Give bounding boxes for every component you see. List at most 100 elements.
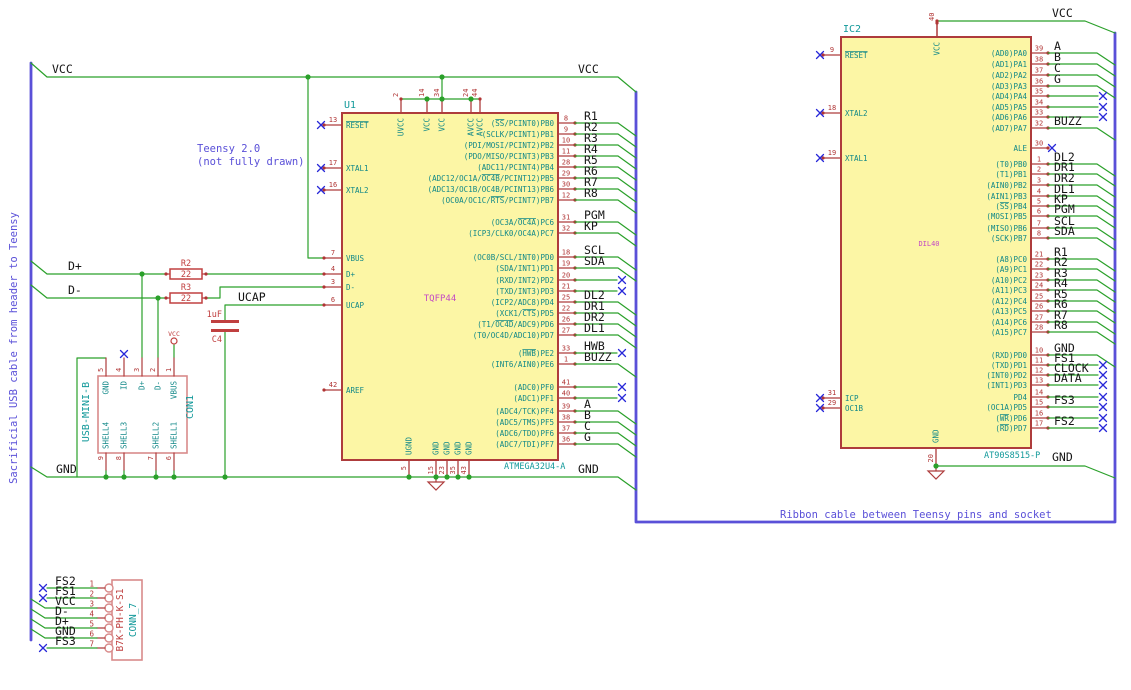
pin-name: (ADC4/TCK)PF4: [495, 407, 554, 416]
pin-number: 28: [562, 159, 570, 167]
pin-number: 7: [89, 640, 94, 649]
pin-name: (T0/OC4D/ADC10)PD7: [473, 331, 554, 340]
pin-name: SHELL1: [170, 422, 179, 449]
pin-end-dot: [1046, 146, 1050, 150]
junction-dot: [121, 474, 127, 480]
pin-number: 13: [329, 116, 337, 124]
pin-name: D+: [346, 270, 356, 279]
pin-name: (A11)PC3: [991, 286, 1027, 295]
pin-number: 21: [1035, 251, 1043, 259]
pin-number: 5: [97, 368, 105, 372]
pin-name: SHELL3: [120, 422, 129, 449]
pin-name: (AIN0)PB2: [986, 181, 1027, 190]
pin-name: (AD4)PA4: [991, 92, 1028, 101]
no-connect-icon: [38, 593, 48, 603]
net-label: FS3: [1054, 393, 1075, 407]
component-ref: CON1: [185, 395, 196, 419]
pin-number: 14: [1035, 389, 1043, 397]
pin-name: AVCC: [467, 118, 476, 136]
pin-number: 28: [1035, 324, 1043, 332]
pin-name: (PDI/MOSI/PCINT2)PB2: [464, 141, 554, 150]
ic-ic2: IC2DIL40AT90S8515-P9RESET18XTAL219XTAL13…: [815, 13, 1116, 466]
pin-number: 41: [562, 379, 570, 387]
junction-dot: [466, 474, 472, 480]
no-connect-icon: [1098, 413, 1108, 423]
pin-name: GND: [932, 429, 941, 443]
net-label: DL1: [584, 321, 605, 335]
component-part: AT90S8515-P: [984, 451, 1040, 461]
pin-name: XTAL2: [346, 186, 369, 195]
pin-name: (XCK1/CTS)PD5: [495, 309, 554, 318]
pin-number: 14: [418, 89, 426, 97]
pin-number: 34: [1035, 99, 1043, 107]
pin-name: ALE: [1013, 144, 1027, 153]
pin-number: 26: [1035, 303, 1043, 311]
pin-name: GND: [432, 441, 441, 455]
component-value: DIL40: [918, 240, 939, 248]
no-connect-icon: [119, 349, 129, 359]
pin-pad: [104, 633, 114, 643]
pin-name: SHELL4: [102, 421, 111, 449]
pin-name: AREF: [346, 386, 365, 395]
pin-name: (T1/OC4D/ADC9)PD6: [477, 320, 554, 329]
component-value: 1uF: [207, 310, 222, 320]
pin-number: 2: [89, 590, 94, 599]
pin-name: (RXD)PD0: [991, 351, 1028, 360]
pin-name: (ICP2/ADC8)PD4: [491, 298, 555, 307]
net-label: SDA: [1054, 224, 1075, 238]
component-ref: U1: [344, 100, 356, 111]
pin-number: 8: [564, 115, 568, 123]
pin-number: 7: [331, 249, 335, 257]
pin-name: GND: [454, 441, 463, 455]
pin-name: (RD)PD7: [995, 424, 1027, 433]
no-connect-icon: [38, 583, 48, 593]
vcc-circle: [170, 337, 178, 345]
net-label: GND: [578, 462, 599, 476]
pin-name: XTAL2: [845, 109, 868, 118]
component-value: TQFP44: [424, 294, 457, 304]
annotation-text: (not fully drawn): [197, 156, 304, 168]
pin-number: 6: [89, 630, 94, 639]
pin-name: ID: [120, 381, 129, 391]
no-connect-icon: [617, 382, 627, 392]
pin-number: 11: [562, 148, 570, 156]
junction-dot: [171, 474, 177, 480]
pin-number: 17: [1035, 420, 1043, 428]
net-label: VCC: [52, 62, 73, 76]
junction-dot: [444, 474, 450, 480]
pin-name: (ADC1)PF1: [513, 394, 554, 403]
pin-name: (AD1)PA1: [991, 60, 1027, 69]
pin-number: 33: [562, 345, 570, 353]
pin-name: GND: [443, 441, 452, 455]
net-label: VCC: [578, 62, 599, 76]
pin-name: (SDA/INT1)PD1: [495, 264, 554, 273]
component-ref: IC2: [843, 24, 861, 35]
pin-name: (AD6)PA6: [991, 113, 1028, 122]
schematic-svg: U1TQFP44ATMEGA32U4-A13RESET17XTAL116XTAL…: [8, 6, 1117, 661]
wire: [30, 62, 637, 93]
pin-number: 31: [828, 389, 836, 397]
pin-name: (A13)PC5: [991, 307, 1027, 316]
pin-number: 16: [329, 181, 337, 189]
pin-name: (PDO/MISO/PCINT3)PB3: [464, 152, 554, 161]
pin-number: 1: [165, 368, 173, 372]
pin-name: VCC: [933, 42, 942, 56]
pin-end-dot: [322, 388, 326, 392]
net-label: UCAP: [238, 290, 266, 304]
pin-number: 29: [828, 399, 836, 407]
pin-name: (TXD/INT3)PD3: [495, 287, 554, 296]
pin-number: 18: [562, 249, 570, 257]
wire: [30, 260, 167, 275]
pin-number: 20: [927, 454, 935, 462]
junction-dot: [424, 96, 430, 102]
junction-dot: [433, 474, 439, 480]
net-label: BUZZ: [584, 350, 612, 364]
pin-number: 38: [562, 414, 570, 422]
pin-name: (SCK)PB7: [991, 234, 1027, 243]
connector-conn7: B7K-PH-K-S1 CONN_71FS22FS13VCC4D-5D+6GND7…: [30, 574, 143, 661]
pin-number: 11: [1035, 357, 1043, 365]
pin-number: 35: [1035, 88, 1043, 96]
pin-number: 7: [147, 456, 155, 460]
pin-number: 33: [1035, 109, 1043, 117]
net-label: GND: [1052, 450, 1073, 464]
